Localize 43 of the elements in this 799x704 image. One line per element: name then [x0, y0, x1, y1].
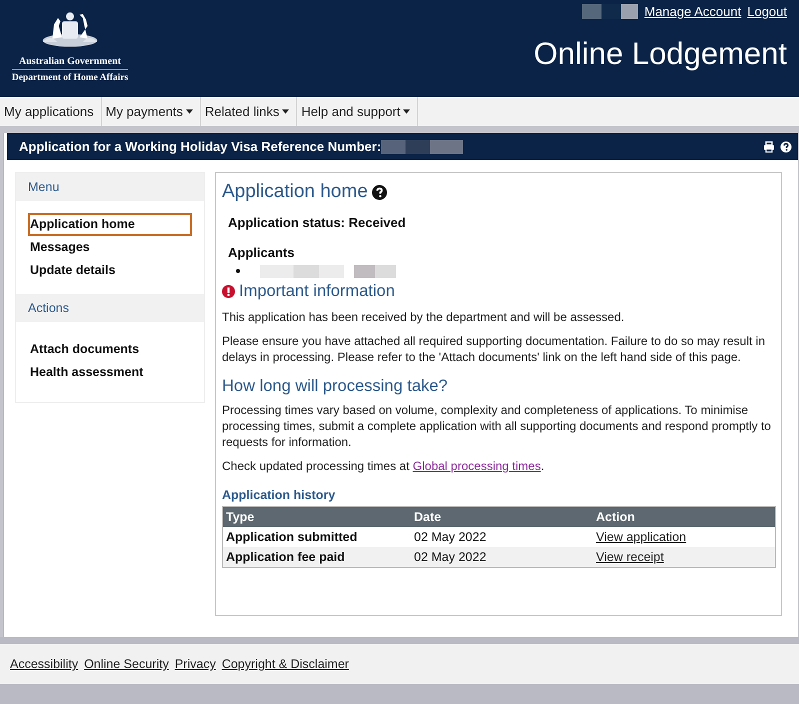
site-title: Online Lodgement — [534, 36, 787, 72]
column-header: Action — [593, 506, 776, 527]
bullet-icon — [236, 269, 240, 273]
table-cell: 02 May 2022 — [411, 527, 593, 547]
account-link[interactable]: Logout — [747, 4, 787, 19]
help-icon[interactable] — [372, 184, 387, 200]
table-cell: 02 May 2022 — [411, 547, 593, 568]
sidebar-link[interactable]: Application home — [28, 213, 192, 236]
footer-link[interactable]: Online Security — [84, 657, 169, 671]
table-cell: Application submitted — [222, 527, 411, 547]
footer-link[interactable]: Copyright & Disclaimer — [222, 657, 349, 671]
account-link[interactable]: Manage Account — [644, 4, 742, 19]
department-name: Department of Home Affairs — [12, 73, 128, 83]
column-header: Type — [222, 506, 411, 527]
print-icon[interactable] — [763, 140, 775, 152]
column-header: Date — [411, 506, 593, 527]
page-heading: Application home — [222, 181, 368, 203]
sidebar-link[interactable]: Attach documents — [28, 338, 192, 361]
government-name: Australian Government — [12, 52, 128, 70]
processing-times-link[interactable]: Global processing times — [412, 459, 541, 473]
paragraph: Check updated processing times at Global processing times. — [222, 458, 546, 474]
sidebar-link[interactable]: Health assessment — [28, 361, 192, 384]
section-heading: Important information — [239, 282, 395, 301]
help-icon[interactable] — [780, 140, 792, 152]
alert-icon — [222, 285, 235, 298]
redacted-applicant — [354, 264, 396, 278]
table-link[interactable]: View application — [596, 530, 686, 544]
paragraph: This application has been received by the department and will be assessed. — [222, 309, 626, 325]
footer-link[interactable]: Privacy — [174, 657, 216, 671]
table-cell: Application fee paid — [222, 547, 411, 568]
sidebar-link[interactable]: Update details — [28, 259, 192, 282]
application-status: Application status: Received — [228, 215, 407, 230]
section-heading: How long will processing take? — [222, 377, 449, 396]
sidebar-link[interactable]: Messages — [28, 236, 192, 259]
applicants-heading: Applicants — [228, 245, 296, 260]
sidebar-heading: Actions — [16, 294, 204, 322]
paragraph: Please ensure you have attached all required supporting documentation. Failure to do so may result in delays in processing. Please refer to the 'Attach documents' link on the left hand side of this page. — [222, 333, 766, 365]
application-title: Application for a Working Holiday Visa Reference Number: — [19, 139, 382, 154]
redacted-name — [582, 4, 638, 19]
paragraph: Processing times vary based on volume, complexity and completeness of applications. To minimise processing times, submit a complete application with all supporting documents and respond promptly to requests for information. — [222, 402, 772, 450]
sidebar-heading: Menu — [16, 173, 204, 201]
history-heading: Application history — [222, 488, 336, 502]
footer-link[interactable]: Accessibility — [10, 657, 78, 671]
